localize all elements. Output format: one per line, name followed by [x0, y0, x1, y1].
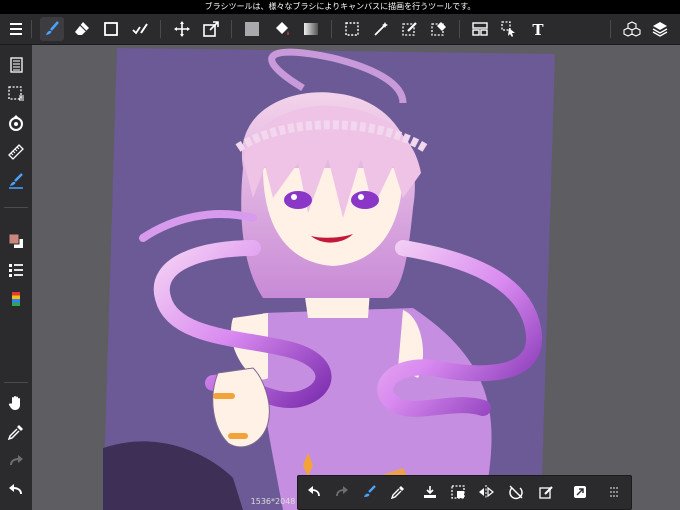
- material-button[interactable]: [620, 17, 644, 41]
- ring-top: [213, 393, 235, 399]
- brush-settings-button[interactable]: [4, 169, 28, 193]
- bottom-fullscreen-button[interactable]: [568, 480, 592, 504]
- eyedropper-icon: [390, 486, 404, 500]
- move-icon: [174, 21, 190, 37]
- bottom-rotate-reset-button[interactable]: [504, 480, 528, 504]
- gradient-tool-button[interactable]: [299, 17, 323, 41]
- hand-tool-button[interactable]: [4, 391, 28, 415]
- rotate-reset-icon: [509, 485, 523, 500]
- bottom-toolbar: [297, 475, 632, 510]
- bottom-undo-button[interactable]: [302, 480, 326, 504]
- fill-color-button[interactable]: [240, 17, 264, 41]
- palette-icon: [12, 292, 20, 306]
- fill-paint-tool-button[interactable]: [128, 17, 152, 41]
- brush-tool-button[interactable]: [40, 17, 64, 41]
- grip-icon: [610, 487, 618, 497]
- svg-text:T: T: [532, 21, 544, 38]
- flip-horizontal-icon: [479, 485, 494, 499]
- snap-icon: [9, 115, 23, 131]
- top-toolbar: T: [0, 14, 680, 45]
- brush-settings-icon: [364, 485, 376, 497]
- brush-list-icon: [9, 264, 23, 277]
- bottom-grip-handle[interactable]: [602, 480, 626, 504]
- select-rect-tool-button[interactable]: [340, 17, 364, 41]
- menu-button[interactable]: [4, 17, 28, 41]
- fill-color-icon: [245, 22, 259, 36]
- eraser-tool-button[interactable]: [70, 17, 94, 41]
- eraser-icon: [75, 22, 89, 35]
- menu-icon: [10, 23, 22, 35]
- move-tool-button[interactable]: [170, 17, 194, 41]
- status-message: ブラシツールは、様々なブラシによりキャンバスに描画を行うツールです。: [204, 2, 476, 11]
- bottom-brush-settings-button[interactable]: [358, 480, 382, 504]
- clear-icon: [451, 485, 465, 499]
- canvas-dimensions: 1536*2048: [250, 497, 296, 506]
- brush-icon: [46, 21, 59, 35]
- selection-icon: [8, 86, 24, 101]
- operation-tool-button[interactable]: [497, 17, 521, 41]
- bottom-flip-horizontal-button[interactable]: [474, 480, 498, 504]
- brush-list-button[interactable]: [4, 258, 28, 282]
- fill-down-icon: [424, 486, 436, 498]
- undo-icon: [9, 484, 22, 495]
- hand-icon: [8, 396, 20, 410]
- snap-button[interactable]: [4, 111, 28, 135]
- bucket-icon: [276, 22, 289, 35]
- text-tool-button[interactable]: T: [526, 17, 550, 41]
- transform-icon: [203, 21, 219, 37]
- palette-button[interactable]: [4, 287, 28, 311]
- ruler-icon: [8, 144, 24, 160]
- eye-right: [351, 191, 379, 209]
- select-eraser-tool-button[interactable]: [427, 17, 451, 41]
- page-manager-icon: [10, 57, 23, 73]
- bottom-edit-selection-button[interactable]: [534, 480, 558, 504]
- left-sidebar: [0, 45, 32, 510]
- redo-icon: [336, 486, 348, 497]
- layers-icon: [652, 22, 668, 37]
- layers-button[interactable]: [648, 17, 672, 41]
- select-rect-icon: [345, 22, 359, 36]
- material-icon: [623, 21, 641, 37]
- redo-button[interactable]: [4, 449, 28, 473]
- frame-divider-tool-button[interactable]: [468, 17, 492, 41]
- ruler-button[interactable]: [4, 140, 28, 164]
- shape-icon: [104, 22, 118, 36]
- status-bar: ブラシツールは、様々なブラシによりキャンバスに描画を行うツールです。: [0, 0, 680, 14]
- bottom-redo-button[interactable]: [330, 480, 354, 504]
- edit-selection-icon: [539, 486, 553, 499]
- color-swatch-button[interactable]: [4, 229, 28, 253]
- fill-paint-icon: [132, 23, 148, 35]
- frame-divider-icon: [472, 22, 488, 36]
- undo-icon: [308, 486, 320, 497]
- magic-wand-icon: [374, 22, 388, 36]
- select-pen-tool-button[interactable]: [398, 17, 422, 41]
- eyedropper-button[interactable]: [4, 420, 28, 444]
- redo-icon: [10, 455, 23, 466]
- artwork: [103, 48, 555, 510]
- select-pen-icon: [402, 22, 417, 36]
- brush-settings-icon: [9, 173, 23, 189]
- ring-bottom: [228, 433, 248, 439]
- bottom-clear-button[interactable]: [446, 480, 470, 504]
- undo-button[interactable]: [4, 478, 28, 502]
- transform-tool-button[interactable]: [199, 17, 223, 41]
- eyedropper-icon: [7, 425, 23, 441]
- gradient-icon: [304, 23, 318, 35]
- bottom-fill-down-button[interactable]: [418, 480, 442, 504]
- select-eraser-icon: [431, 22, 446, 36]
- shape-tool-button[interactable]: [99, 17, 123, 41]
- page-manager-button[interactable]: [4, 53, 28, 77]
- magic-wand-tool-button[interactable]: [369, 17, 393, 41]
- selection-button[interactable]: [4, 82, 28, 106]
- text-icon: T: [532, 21, 544, 38]
- drawing-canvas[interactable]: [103, 48, 555, 510]
- eye-left: [284, 191, 312, 209]
- bottom-eyedropper-button[interactable]: [386, 480, 410, 504]
- bucket-tool-button[interactable]: [270, 17, 294, 41]
- operation-icon: [501, 21, 515, 37]
- color-swatch-icon: [8, 233, 23, 248]
- fullscreen-icon: [574, 486, 586, 498]
